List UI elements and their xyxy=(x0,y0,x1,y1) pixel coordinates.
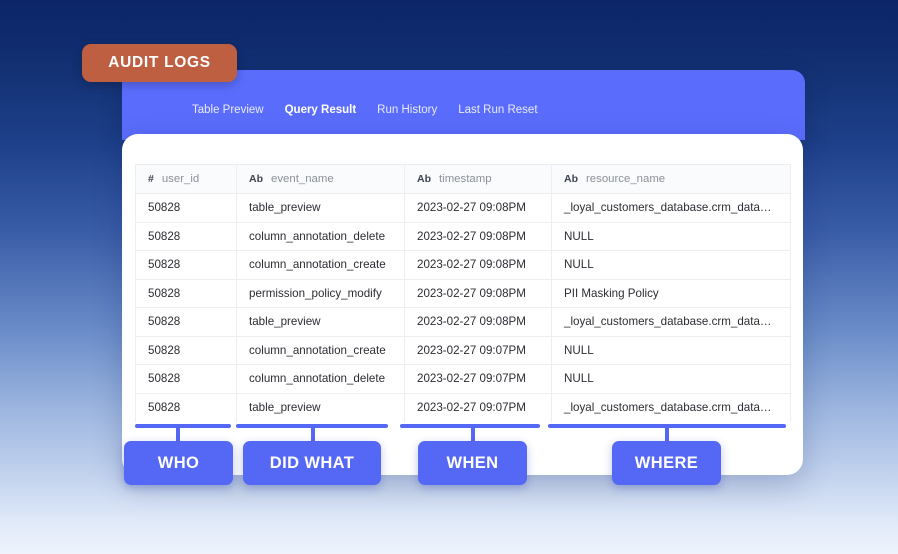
callout-did-what: DID WHAT xyxy=(243,441,381,485)
column-header-resource-name[interactable]: Ab resource_name xyxy=(551,164,791,194)
callout-label: DID WHAT xyxy=(269,453,355,472)
screenshot-stage: AUDIT LOGS Table Preview Query Result Run … xyxy=(0,0,898,554)
cell-timestamp: 2023-02-27 09:07PM xyxy=(404,364,552,394)
audit-logs-badge: AUDIT LOGS xyxy=(82,44,237,82)
cell-user-id: 50828 xyxy=(135,393,237,422)
number-type-icon: # xyxy=(148,173,154,185)
table-header: # user_id Ab event_name Ab timestamp Ab resourc… xyxy=(135,164,791,194)
column-underline-bar xyxy=(548,424,786,428)
text-type-icon: Ab xyxy=(249,173,263,185)
cell-user-id: 50828 xyxy=(135,364,237,394)
callout-where: WHERE xyxy=(612,441,721,485)
table-row[interactable]: 50828 table_preview 2023-02-27 09:08PM _loy… xyxy=(135,307,791,337)
cell-event-name: column_annotation_delete xyxy=(236,222,405,251)
cell-event-name: permission_policy_modify xyxy=(236,279,405,308)
table-header-row: # user_id Ab event_name Ab timestamp Ab resourc… xyxy=(135,164,791,194)
cell-timestamp: 2023-02-27 09:08PM xyxy=(404,222,552,251)
tab-query-result[interactable]: Query Result xyxy=(285,104,357,116)
cell-resource-name: _loyal_customers_database.crm_data… xyxy=(551,307,791,337)
column-header-user-id[interactable]: # user_id xyxy=(135,164,237,194)
cell-timestamp: 2023-02-27 09:08PM xyxy=(404,307,552,337)
callout-label: WHO xyxy=(157,453,200,472)
cell-event-name: column_annotation_create xyxy=(236,250,405,280)
cell-timestamp: 2023-02-27 09:07PM xyxy=(404,393,552,422)
cell-timestamp: 2023-02-27 09:08PM xyxy=(404,250,552,280)
audit-log-table: # user_id Ab event_name Ab timestamp Ab resourc… xyxy=(135,164,791,422)
column-header-label: event_name xyxy=(271,173,334,185)
cell-event-name: table_preview xyxy=(236,307,405,337)
table-row[interactable]: 50828 table_preview 2023-02-27 09:07PM _loy… xyxy=(135,393,791,422)
cell-resource-name: NULL xyxy=(551,364,791,394)
text-type-icon: Ab xyxy=(417,173,431,185)
cell-timestamp: 2023-02-27 09:07PM xyxy=(404,336,552,365)
column-header-event-name[interactable]: Ab event_name xyxy=(236,164,405,194)
audit-logs-badge-label: AUDIT LOGS xyxy=(108,54,211,71)
cell-event-name: table_preview xyxy=(236,193,405,223)
cell-event-name: column_annotation_create xyxy=(236,336,405,365)
tab-bar: Table Preview Query Result Run History Last… xyxy=(192,104,538,116)
column-header-label: user_id xyxy=(161,173,200,185)
tab-run-history[interactable]: Run History xyxy=(377,104,437,116)
column-header-label: timestamp xyxy=(439,173,492,185)
table-row[interactable]: 50828 column_annotation_delete 2023-02-27 … xyxy=(135,222,791,251)
cell-user-id: 50828 xyxy=(135,193,237,223)
tab-last-run-reset[interactable]: Last Run Reset xyxy=(458,104,537,116)
callout-when: WHEN xyxy=(418,441,527,485)
cell-user-id: 50828 xyxy=(135,250,237,280)
column-underline-bar xyxy=(135,424,231,428)
cell-user-id: 50828 xyxy=(135,336,237,365)
text-type-icon: Ab xyxy=(564,173,578,185)
column-header-label: resource_name xyxy=(586,173,666,185)
callout-who: WHO xyxy=(124,441,233,485)
table-row[interactable]: 50828 column_annotation_create 2023-02-27 … xyxy=(135,336,791,365)
cell-event-name: table_preview xyxy=(236,393,405,422)
cell-user-id: 50828 xyxy=(135,307,237,337)
table-row[interactable]: 50828 column_annotation_create 2023-02-27 … xyxy=(135,250,791,280)
callout-label: WHEN xyxy=(446,453,499,472)
table-row[interactable]: 50828 permission_policy_modify 2023-02-27 … xyxy=(135,279,791,308)
callout-label: WHERE xyxy=(634,453,699,472)
cell-resource-name: _loyal_customers_database.crm_data… xyxy=(551,193,791,223)
cell-resource-name: NULL xyxy=(551,222,791,251)
table-row[interactable]: 50828 table_preview 2023-02-27 09:08PM _loy… xyxy=(135,193,791,223)
column-underline-bar xyxy=(400,424,540,428)
table-body: 50828 table_preview 2023-02-27 09:08PM _loy… xyxy=(135,193,791,422)
cell-resource-name: PII Masking Policy xyxy=(551,279,791,308)
tab-table-preview[interactable]: Table Preview xyxy=(192,104,264,116)
column-underline-bar xyxy=(236,424,388,428)
cell-user-id: 50828 xyxy=(135,222,237,251)
cell-timestamp: 2023-02-27 09:08PM xyxy=(404,193,552,223)
cell-resource-name: NULL xyxy=(551,336,791,365)
cell-resource-name: _loyal_customers_database.crm_data… xyxy=(551,393,791,422)
column-header-timestamp[interactable]: Ab timestamp xyxy=(404,164,552,194)
cell-timestamp: 2023-02-27 09:08PM xyxy=(404,279,552,308)
cell-user-id: 50828 xyxy=(135,279,237,308)
cell-event-name: column_annotation_delete xyxy=(236,364,405,394)
cell-resource-name: NULL xyxy=(551,250,791,280)
table-row[interactable]: 50828 column_annotation_delete 2023-02-27 … xyxy=(135,364,791,394)
